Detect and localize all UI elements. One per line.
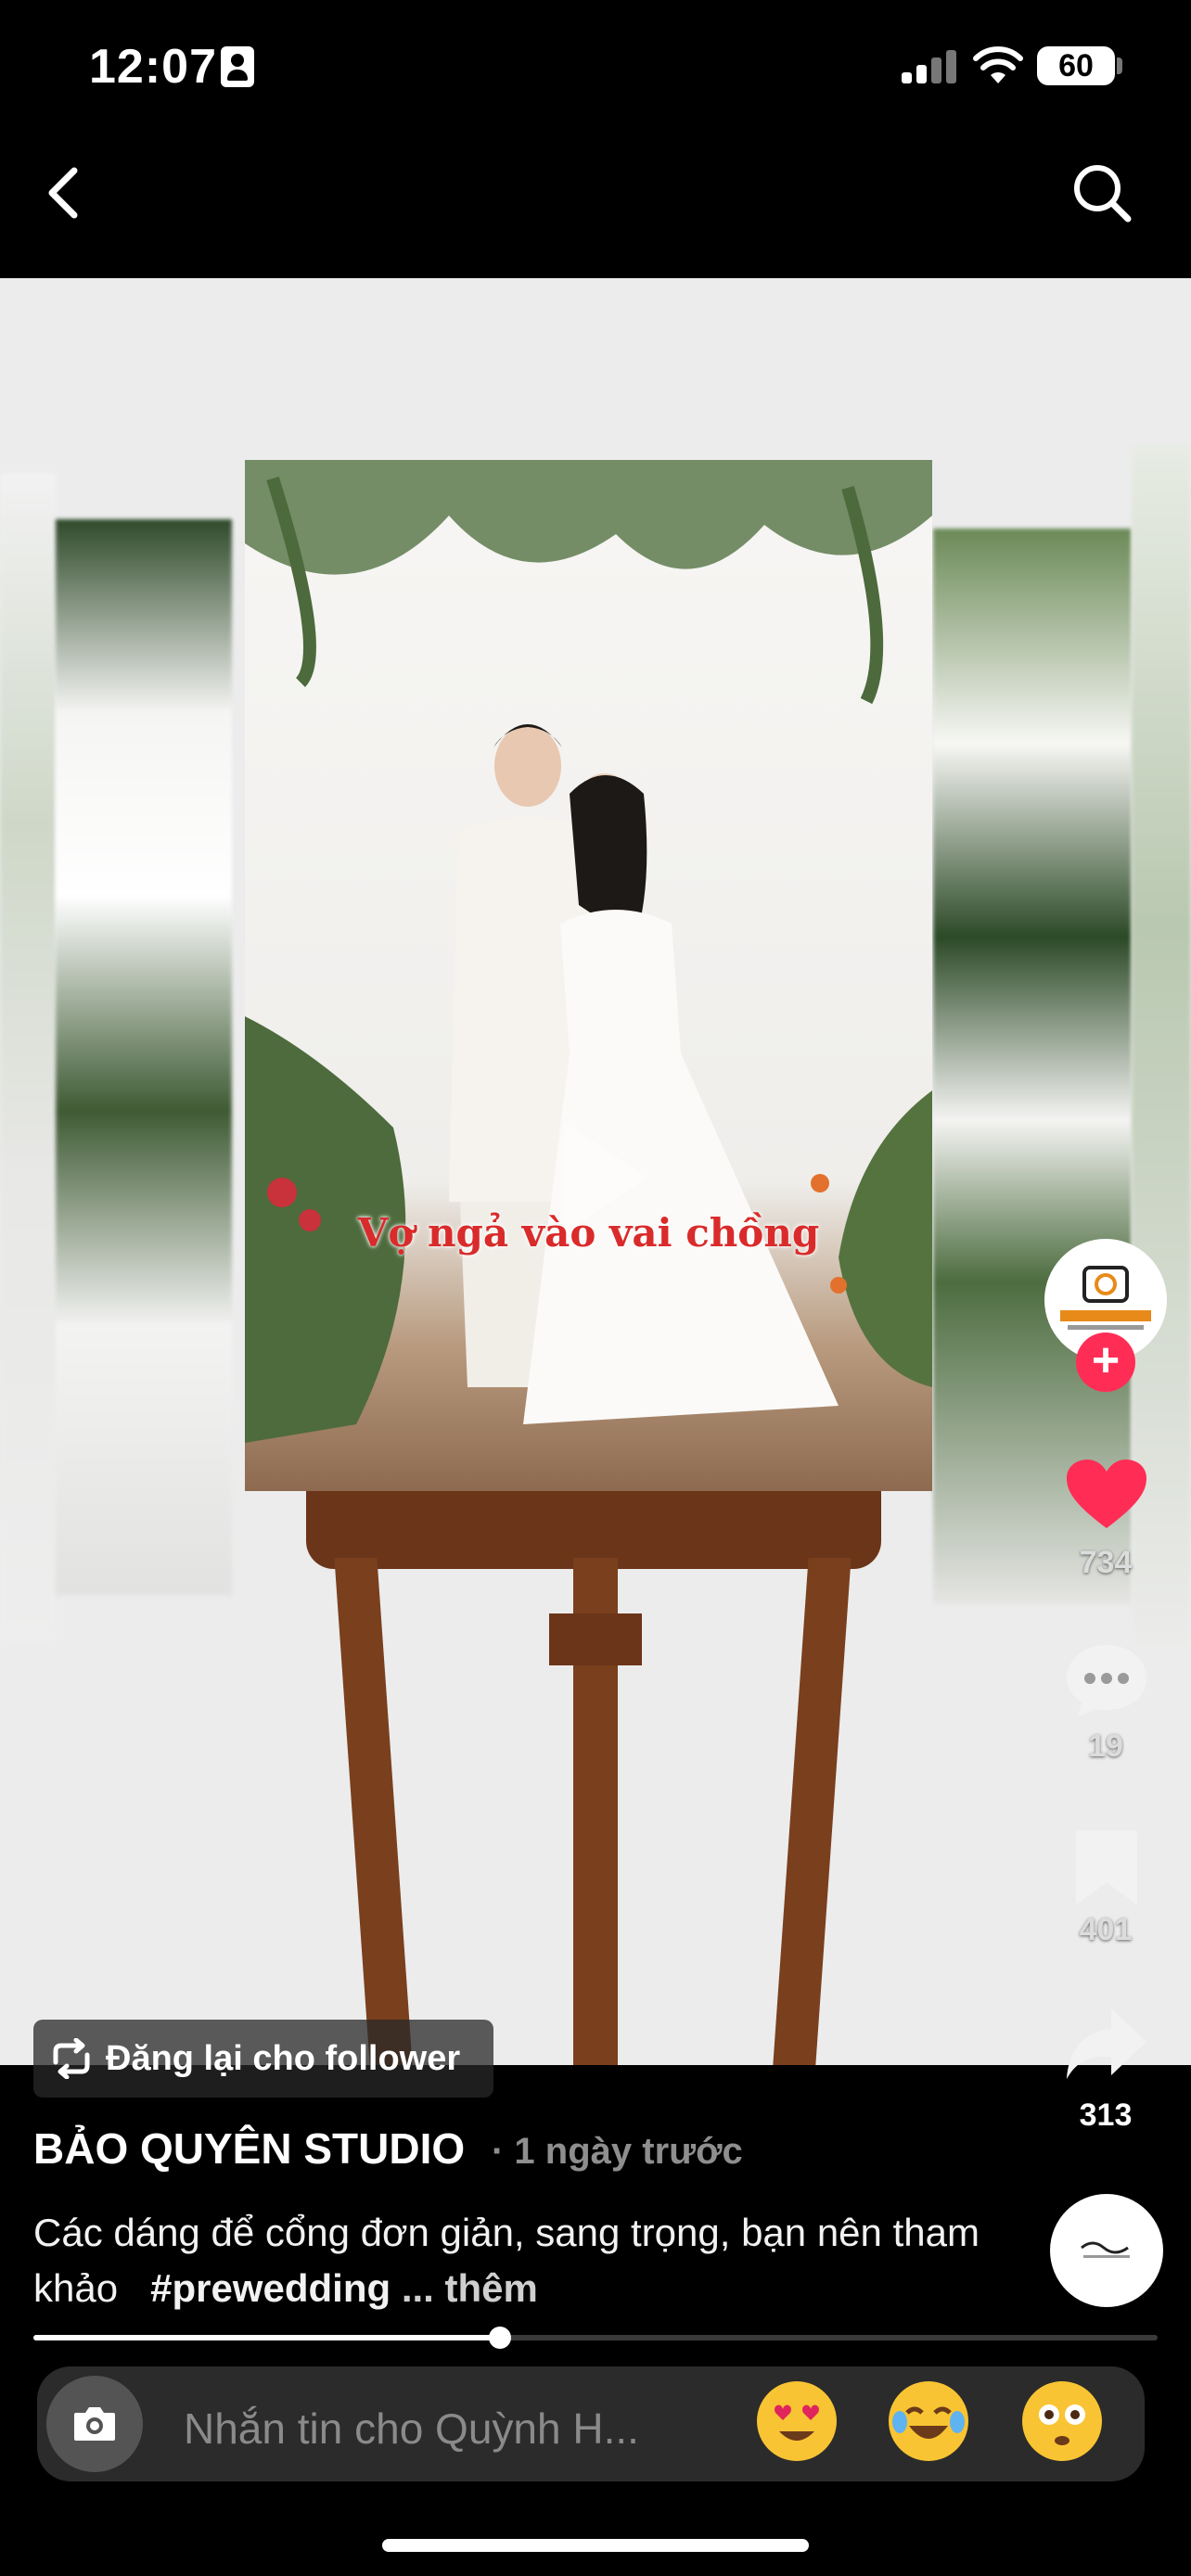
search-icon [1074,165,1132,223]
chevron-left-icon [48,167,78,219]
contact-card-icon [221,46,254,87]
battery-tip [1117,57,1122,74]
status-bar: 12:07 60 [0,0,1191,139]
camera-icon [74,2407,115,2441]
share-arrow-icon [1067,2009,1146,2079]
message-input[interactable] [182,2402,705,2455]
heart-icon [1067,1460,1146,1528]
video-text-overlay: Vợ ngả vào vai chồng [357,1210,820,1256]
search-button[interactable] [1069,159,1135,226]
flower-decoration-left [56,519,232,1595]
comment-bubble-icon [1067,1645,1146,1717]
post-time: · 1 ngày trước [492,2131,743,2172]
cellular-signal-icon [902,48,957,83]
flower-decoration-right [933,529,1132,1604]
home-indicator[interactable] [382,2539,809,2552]
hashtag-link[interactable]: #prewedding [150,2266,391,2310]
video-progress-handle[interactable] [488,2327,511,2349]
easel-leg-right [772,1558,852,2065]
repost-button[interactable]: Đăng lại cho follower [33,2020,493,2098]
repost-icon [53,2038,90,2079]
sound-logo-icon [1081,2241,1130,2258]
heart-eyes-emoji-button[interactable] [757,2381,837,2461]
heart-eyes-emoji-icon [775,2404,819,2441]
bookmark-icon [1076,1830,1137,1905]
tears-of-joy-emoji-button[interactable] [889,2381,968,2461]
follow-plus-button[interactable]: + [1076,1333,1135,1392]
comment-button[interactable] [1065,1641,1148,1719]
comment-count: 19 [1088,1728,1123,1764]
easel-crossbar [549,1613,642,1665]
video-progress-fill [33,2335,500,2340]
see-more-link[interactable]: ... thêm [402,2266,538,2310]
like-count: 734 [1079,1545,1133,1580]
share-button[interactable] [1065,2005,1148,2083]
wedding-photo [245,460,932,1491]
back-button[interactable] [37,159,93,226]
camera-button[interactable] [46,2376,143,2472]
battery-indicator: 60 [1037,46,1115,85]
repost-label: Đăng lại cho follower [106,2039,461,2078]
tears-of-joy-emoji-icon [892,2406,965,2439]
video-player[interactable]: Vợ ngả vào vai chồng [0,278,1191,2065]
status-time: 12:07 [89,40,217,94]
flushed-emoji-icon [1039,2404,1085,2445]
save-button[interactable] [1072,1827,1141,1908]
wifi-icon [973,46,1023,83]
flushed-emoji-button[interactable] [1022,2381,1102,2461]
easel-leg-left [334,1558,414,2065]
share-count: 313 [1079,2098,1133,2133]
like-button[interactable] [1065,1458,1148,1532]
creator-username[interactable]: BẢO QUYÊN STUDIO [33,2123,465,2174]
post-description[interactable]: Các dáng để cổng đơn giản, sang trọng, b… [33,2205,998,2316]
save-count: 401 [1079,1912,1133,1947]
music-disc[interactable] [1050,2194,1163,2307]
